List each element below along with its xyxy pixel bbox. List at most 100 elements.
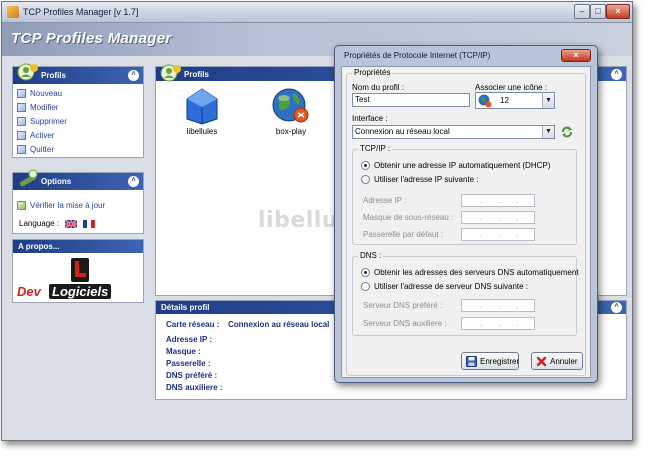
profile-icon xyxy=(17,63,38,81)
collapse-profiles-panel-icon[interactable]: ˄ xyxy=(611,69,622,80)
profile-item-label: box-play xyxy=(275,127,307,136)
detail-dns-aux-label: DNS auxiliere : xyxy=(166,383,223,392)
dns-static-radio[interactable] xyxy=(361,282,370,291)
quit-icon xyxy=(17,145,26,154)
app-icon xyxy=(7,6,19,18)
refresh-icon[interactable] xyxy=(561,126,573,138)
static-ip-radio-label: Utiliser l'adresse IP suivante : xyxy=(374,175,479,184)
about-box: A propos... Dev Logiciels xyxy=(12,239,144,303)
flag-uk-icon[interactable] xyxy=(65,220,77,228)
sidebar-item-label: Activer xyxy=(30,131,55,140)
details-panel-title: Détails profil xyxy=(161,303,210,312)
new-icon xyxy=(17,89,26,98)
dns-preferred-input[interactable]: ... xyxy=(461,299,535,312)
cancel-button[interactable]: Annuler xyxy=(531,352,583,370)
about-box-header: A propos... xyxy=(13,240,143,253)
static-ip-radio[interactable] xyxy=(361,175,370,184)
dhcp-radio[interactable] xyxy=(361,161,370,170)
detail-passerelle-label: Passerelle : xyxy=(166,359,211,368)
about-box-title: A propos... xyxy=(18,242,60,251)
profile-house-icon xyxy=(186,88,218,125)
profile-item-libellules[interactable]: libellules xyxy=(162,87,242,136)
collapse-profils-icon[interactable]: ˄ xyxy=(128,70,139,81)
profils-box-title: Profils xyxy=(41,71,66,80)
gateway-label: Passerelle par défaut : xyxy=(363,230,444,239)
logo-logiciels-text: Logiciels xyxy=(49,284,112,299)
maximize-button[interactable]: □ xyxy=(590,4,606,19)
ip-address-input[interactable]: ... xyxy=(461,194,535,207)
interface-label: Interface : xyxy=(352,114,388,123)
update-icon xyxy=(17,201,26,210)
minimize-button[interactable]: – xyxy=(574,4,590,19)
profils-box-header: Profils ˄ xyxy=(13,63,143,84)
detail-carte-label: Carte réseau : xyxy=(166,320,220,329)
save-button-label: Enregistrer xyxy=(480,357,520,366)
chevron-down-icon[interactable]: ▼ xyxy=(542,93,554,108)
logo-l-icon xyxy=(71,258,89,282)
detail-masque-label: Masque : xyxy=(166,347,201,356)
title-bar[interactable]: TCP Profiles Manager [v 1.7] – □ × xyxy=(2,2,632,23)
close-window-button[interactable]: × xyxy=(606,4,630,19)
subnet-mask-label: Masque de sous-réseau : xyxy=(363,213,454,222)
profile-item-box-play[interactable]: box-play xyxy=(251,87,331,136)
options-icon xyxy=(19,169,38,187)
profile-name-input[interactable]: Test xyxy=(352,93,470,107)
profiles-panel-title: Profils xyxy=(184,70,209,79)
tcpip-group-label: TCP/IP : xyxy=(358,144,393,153)
delete-icon xyxy=(17,117,26,126)
floppy-disk-icon xyxy=(466,356,477,367)
profile-name-label: Nom du profil : xyxy=(352,83,405,92)
dns-auto-radio-label: Obtenir les adresses des serveurs DNS au… xyxy=(374,268,579,277)
dns-static-radio-label: Utiliser l'adresse de serveur DNS suivan… xyxy=(374,282,529,291)
flag-fr-icon[interactable] xyxy=(83,220,95,228)
tcpip-properties-dialog: Propriétés de Protocole Internet (TCP/IP… xyxy=(334,45,598,383)
collapse-options-icon[interactable]: ˄ xyxy=(128,176,139,187)
window-title: TCP Profiles Manager [v 1.7] xyxy=(23,7,139,17)
cancel-x-icon xyxy=(536,356,547,367)
dns-group-label: DNS : xyxy=(358,251,384,260)
detail-dns-pref-label: DNS préféré : xyxy=(166,371,218,380)
subnet-mask-input[interactable]: ... xyxy=(461,211,535,224)
icon-select-label: Associer une icône : xyxy=(475,83,548,92)
tcpip-group: TCP/IP : Obtenir une adresse IP automati… xyxy=(352,144,577,245)
icon-select-value: 12 xyxy=(500,96,509,105)
save-button[interactable]: Enregistrer xyxy=(461,352,519,370)
update-link-label: Vérifier la mise à jour xyxy=(30,201,106,210)
interface-select-value: Connexion au réseau local xyxy=(355,127,450,136)
language-label: Language : xyxy=(19,219,60,228)
proprietes-group: Propriétés Nom du profil : Test Associer… xyxy=(346,68,586,376)
detail-carte-value: Connexion au réseau local xyxy=(228,320,330,329)
proprietes-group-label: Propriétés xyxy=(352,68,393,77)
banner-title: TCP Profiles Manager xyxy=(11,30,172,47)
dialog-title: Propriétés de Protocole Internet (TCP/IP… xyxy=(344,51,491,60)
profile-icon xyxy=(160,64,181,82)
profils-box: Profils ˄ Nouveau Modifier Supprimer Act… xyxy=(12,63,144,158)
detail-ip-label: Adresse IP : xyxy=(166,335,213,344)
cancel-button-label: Annuler xyxy=(550,357,578,366)
logo-dev-text: Dev xyxy=(17,284,41,299)
edit-icon xyxy=(17,103,26,112)
dhcp-radio-label: Obtenir une adresse IP automatiquement (… xyxy=(374,161,551,170)
dns-auxiliary-label: Serveur DNS auxiliere : xyxy=(363,319,447,328)
dns-preferred-label: Serveur DNS préféré : xyxy=(363,301,443,310)
options-box-header: Options ˄ xyxy=(13,169,143,190)
dialog-body: Propriétés Nom du profil : Test Associer… xyxy=(341,66,591,378)
options-box-title: Options xyxy=(41,177,72,186)
globe-icon xyxy=(478,94,492,108)
icon-select[interactable]: 12 ▼ xyxy=(475,92,555,109)
dns-auto-radio[interactable] xyxy=(361,268,370,277)
ip-address-label: Adresse IP : xyxy=(363,196,407,205)
collapse-details-icon[interactable]: ˄ xyxy=(611,302,622,313)
dns-auxiliary-input[interactable]: ... xyxy=(461,317,535,330)
chevron-down-icon[interactable]: ▼ xyxy=(542,126,554,138)
dialog-close-button[interactable]: × xyxy=(561,49,591,62)
sidebar-item-label: Supprimer xyxy=(30,117,67,126)
sidebar-item-label: Nouveau xyxy=(30,89,63,98)
dns-group: DNS : Obtenir les adresses des serveurs … xyxy=(352,251,579,336)
sidebar-item-label: Modifier xyxy=(30,103,59,112)
interface-select[interactable]: Connexion au réseau local ▼ xyxy=(352,125,555,139)
sidebar-item-label: Quitter xyxy=(30,145,55,154)
activate-icon xyxy=(17,131,26,140)
globe-icon xyxy=(272,88,309,123)
gateway-input[interactable]: ... xyxy=(461,228,535,241)
